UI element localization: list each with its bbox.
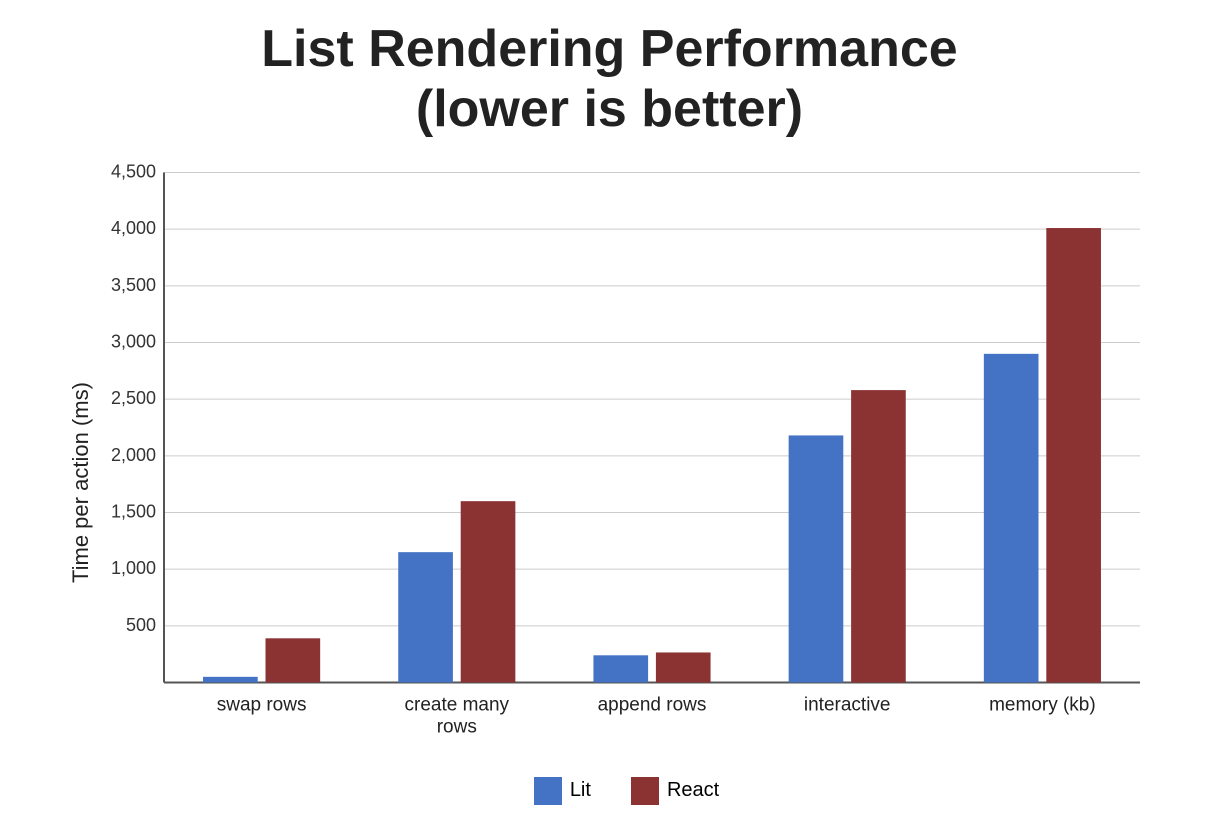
- chart-area: Time per action (ms) 500 1,000 1,500 2,000 2…: [60, 160, 1160, 805]
- legend-lit: Lit: [534, 777, 591, 805]
- chart-title: List Rendering Performance (lower is bet…: [261, 20, 957, 140]
- svg-text:create manyrows: create manyrows: [404, 694, 509, 737]
- svg-text:swap rows: swap rows: [216, 694, 306, 715]
- svg-text:1,500: 1,500: [110, 501, 155, 521]
- chart-inner: 500 1,000 1,500 2,000 2,500 3,000 3,500 4,000 4,…: [94, 160, 1160, 805]
- svg-text:memory (kb): memory (kb): [989, 694, 1096, 715]
- chart-container: List Rendering Performance (lower is bet…: [60, 20, 1160, 800]
- lit-label: Lit: [570, 779, 591, 802]
- svg-text:4,500: 4,500: [110, 161, 155, 181]
- chart-svg: 500 1,000 1,500 2,000 2,500 3,000 3,500 4,000 4,…: [94, 160, 1160, 765]
- y-axis-label: Time per action (ms): [60, 160, 94, 805]
- react-swatch: [631, 777, 659, 805]
- legend-react: React: [631, 777, 719, 805]
- svg-text:2,000: 2,000: [110, 444, 155, 464]
- react-label: React: [667, 779, 719, 802]
- svg-text:1,000: 1,000: [110, 558, 155, 578]
- svg-text:3,000: 3,000: [110, 331, 155, 351]
- lit-swatch: [534, 777, 562, 805]
- svg-text:3,500: 3,500: [110, 274, 155, 294]
- legend: Lit React: [94, 777, 1160, 805]
- title-line1: List Rendering Performance: [261, 20, 957, 78]
- svg-text:interactive: interactive: [803, 694, 890, 715]
- svg-text:2,500: 2,500: [110, 388, 155, 408]
- grid-and-bars: 500 1,000 1,500 2,000 2,500 3,000 3,500 4,000 4,…: [94, 160, 1160, 765]
- title-line2: (lower is better): [416, 80, 803, 138]
- svg-text:append rows: append rows: [597, 694, 706, 715]
- svg-text:4,000: 4,000: [110, 218, 155, 238]
- svg-text:500: 500: [125, 614, 155, 634]
